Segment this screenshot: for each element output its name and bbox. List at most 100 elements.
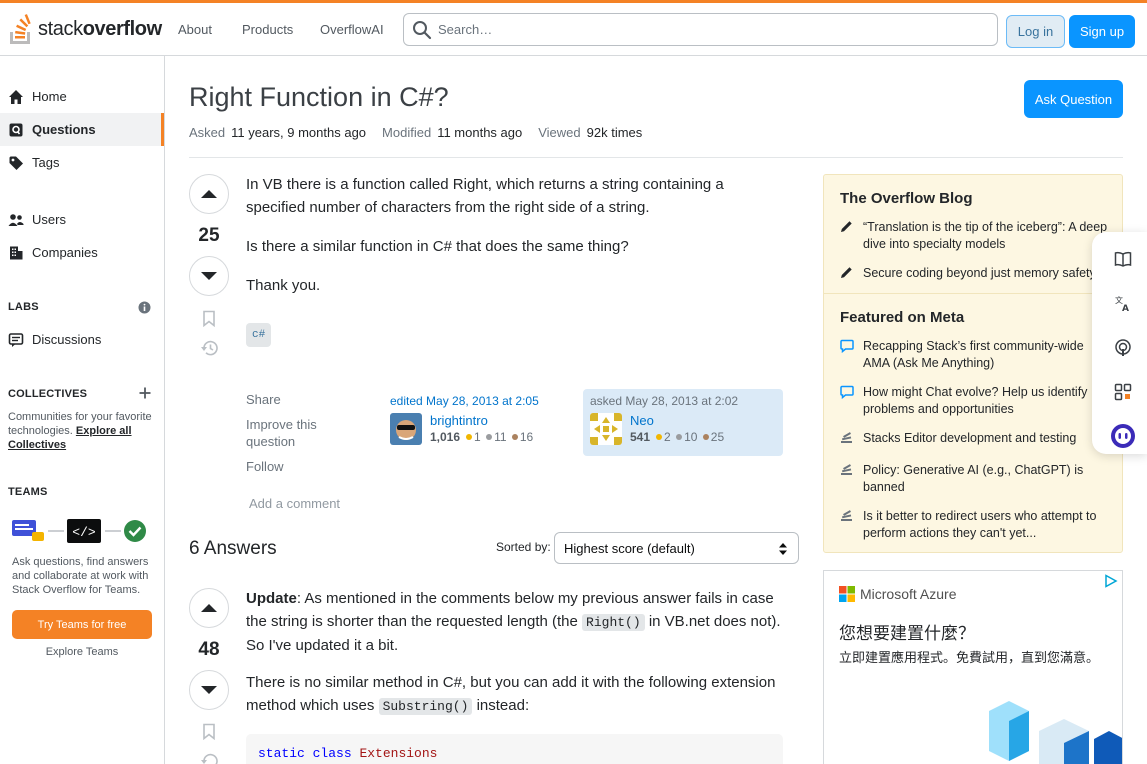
upvote-button[interactable] [189, 174, 229, 214]
meta-item[interactable]: How might Chat evolve? Help us identify … [840, 384, 1110, 418]
improve-question-link[interactable]: Improve this question [246, 416, 336, 450]
ask-question-button[interactable]: Ask Question [1024, 80, 1123, 118]
header-divider [189, 157, 1123, 158]
apps-button[interactable] [1110, 379, 1136, 405]
inline-code: Substring() [378, 698, 473, 715]
avatar[interactable] [390, 413, 422, 445]
plus-icon[interactable] [139, 387, 151, 402]
sidebar-item-home[interactable]: Home [0, 80, 164, 113]
meta-item[interactable]: Recapping Stack’s first community-wide A… [840, 338, 1110, 372]
owner-reputation: 541 2 10 25 [630, 430, 725, 444]
page-title[interactable]: Right Function in C#? [189, 82, 449, 113]
history-button[interactable] [189, 339, 229, 357]
labs-heading: LABS [8, 301, 39, 313]
meta-item[interactable]: Policy: Generative AI (e.g., ChatGPT) is… [840, 462, 1110, 496]
downvote-button[interactable] [189, 256, 229, 296]
translate-icon: 文A [1115, 295, 1129, 312]
chat-bubble-icon [840, 385, 854, 418]
pencil-icon [840, 266, 854, 284]
nav-overflowai[interactable]: OverflowAI [320, 22, 384, 37]
share-link[interactable]: Share [246, 391, 281, 408]
answer-bookmark-button[interactable] [189, 723, 229, 740]
history-icon [200, 340, 218, 356]
arrow-down-icon [201, 272, 217, 280]
search-box[interactable] [403, 13, 998, 46]
editor-signature: edited May 28, 2013 at 2:05 brightintro … [383, 389, 583, 456]
follow-link[interactable]: Follow [246, 458, 284, 475]
question-score: 25 [198, 225, 220, 246]
answer-history-button[interactable] [189, 752, 229, 764]
sidebar-item-tags[interactable]: Tags [0, 146, 164, 179]
history-icon [200, 753, 218, 764]
translate-button[interactable]: 文A [1110, 290, 1136, 316]
sort-select[interactable]: Highest score (default) [554, 532, 799, 564]
tag-csharp[interactable]: c# [246, 323, 272, 347]
bookmark-icon [203, 310, 215, 327]
asked-time: asked May 28, 2013 at 2:02 [590, 394, 739, 408]
apps-grid-icon [1114, 383, 1132, 401]
sort-value: Highest score (default) [564, 540, 695, 556]
site-logo[interactable]: stackoverflow [8, 13, 162, 45]
edited-time[interactable]: edited May 28, 2013 at 2:05 [390, 394, 576, 408]
nav-products[interactable]: Products [242, 22, 293, 37]
answer-downvote-button[interactable] [189, 670, 229, 710]
owner-username[interactable]: Neo [630, 413, 724, 428]
bookmark-button[interactable] [189, 310, 229, 327]
select-arrows-icon [779, 543, 787, 555]
try-teams-button[interactable]: Try Teams for free [12, 610, 152, 639]
info-icon[interactable] [138, 301, 151, 317]
arrow-down-icon [201, 686, 217, 694]
nav-about[interactable]: About [178, 22, 212, 37]
assistant-button[interactable] [1110, 423, 1136, 449]
answer-paragraph: Update: As mentioned in the comments bel… [246, 590, 781, 654]
modified-value[interactable]: 11 months ago [437, 125, 522, 140]
editor-username[interactable]: brightintro [430, 413, 533, 428]
left-sidebar: Home Questions Tags Users Companies LABS… [0, 56, 165, 764]
users-icon [8, 212, 24, 228]
sidebar-item-label: Companies [32, 245, 98, 260]
editor-reputation: 1,016 1 11 16 [430, 430, 534, 444]
answer-upvote-button[interactable] [189, 588, 229, 628]
adchoices-icon[interactable] [1104, 574, 1118, 588]
add-comment-link[interactable]: Add a comment [249, 496, 340, 511]
answer-paragraph: There is no similar method in C#, but yo… [246, 674, 776, 715]
answer-score: 48 [198, 639, 220, 660]
meta-item[interactable]: Stacks Editor development and testing [840, 430, 1110, 450]
teams-text: Ask questions, find answers and collabor… [12, 556, 149, 596]
login-button[interactable]: Log in [1006, 15, 1065, 48]
collectives-heading: COLLECTIVES [8, 388, 88, 400]
sidebar-item-users[interactable]: Users [0, 203, 164, 236]
stack-icon [840, 431, 854, 450]
blog-item[interactable]: “Translation is the tip of the iceberg”:… [840, 219, 1110, 253]
stack-overflow-logo-icon [10, 14, 31, 44]
sidebar-item-label: Tags [32, 155, 60, 170]
avatar[interactable] [590, 413, 622, 445]
sidebar-item-discussions[interactable]: Discussions [0, 323, 164, 356]
advertisement[interactable]: Microsoft Azure 您想要建置什麼？ 立即建置應用程式。免費試用，直… [823, 570, 1123, 764]
chat-bubble-icon [840, 339, 854, 372]
tag-icon [8, 155, 24, 171]
viewed-value: 92k times [586, 125, 643, 140]
sidebar-item-label: Questions [32, 122, 96, 137]
arrow-up-icon [201, 604, 217, 612]
search-input[interactable] [438, 22, 978, 37]
asked-label: Asked [189, 125, 226, 140]
top-bar: stackoverflow About Products OverflowAI … [0, 0, 1147, 56]
floating-tool-rail: 文A [1092, 232, 1147, 454]
viewed-label: Viewed [538, 125, 581, 140]
asked-value: 11 years, 9 months ago [231, 125, 367, 140]
sidebar-item-questions[interactable]: Questions [0, 113, 164, 146]
ad-headline: 您想要建置什麼？ [839, 624, 975, 643]
owner-signature: asked May 28, 2013 at 2:02 Neo 541 2 10 2… [583, 389, 783, 456]
reader-button[interactable] [1110, 246, 1136, 272]
explore-teams-link[interactable]: Explore Teams [12, 646, 152, 658]
meta-item[interactable]: Is it better to redirect users who attem… [840, 508, 1110, 542]
sidebar-item-companies[interactable]: Companies [0, 236, 164, 269]
blog-item[interactable]: Secure coding beyond just memory safety [840, 265, 1110, 284]
teams-heading: TEAMS [8, 486, 48, 498]
stack-icon [840, 509, 854, 542]
signup-button[interactable]: Sign up [1069, 15, 1135, 48]
microsoft-logo-icon [839, 586, 855, 602]
podcast-icon [1115, 339, 1131, 356]
listen-button[interactable] [1110, 335, 1136, 361]
